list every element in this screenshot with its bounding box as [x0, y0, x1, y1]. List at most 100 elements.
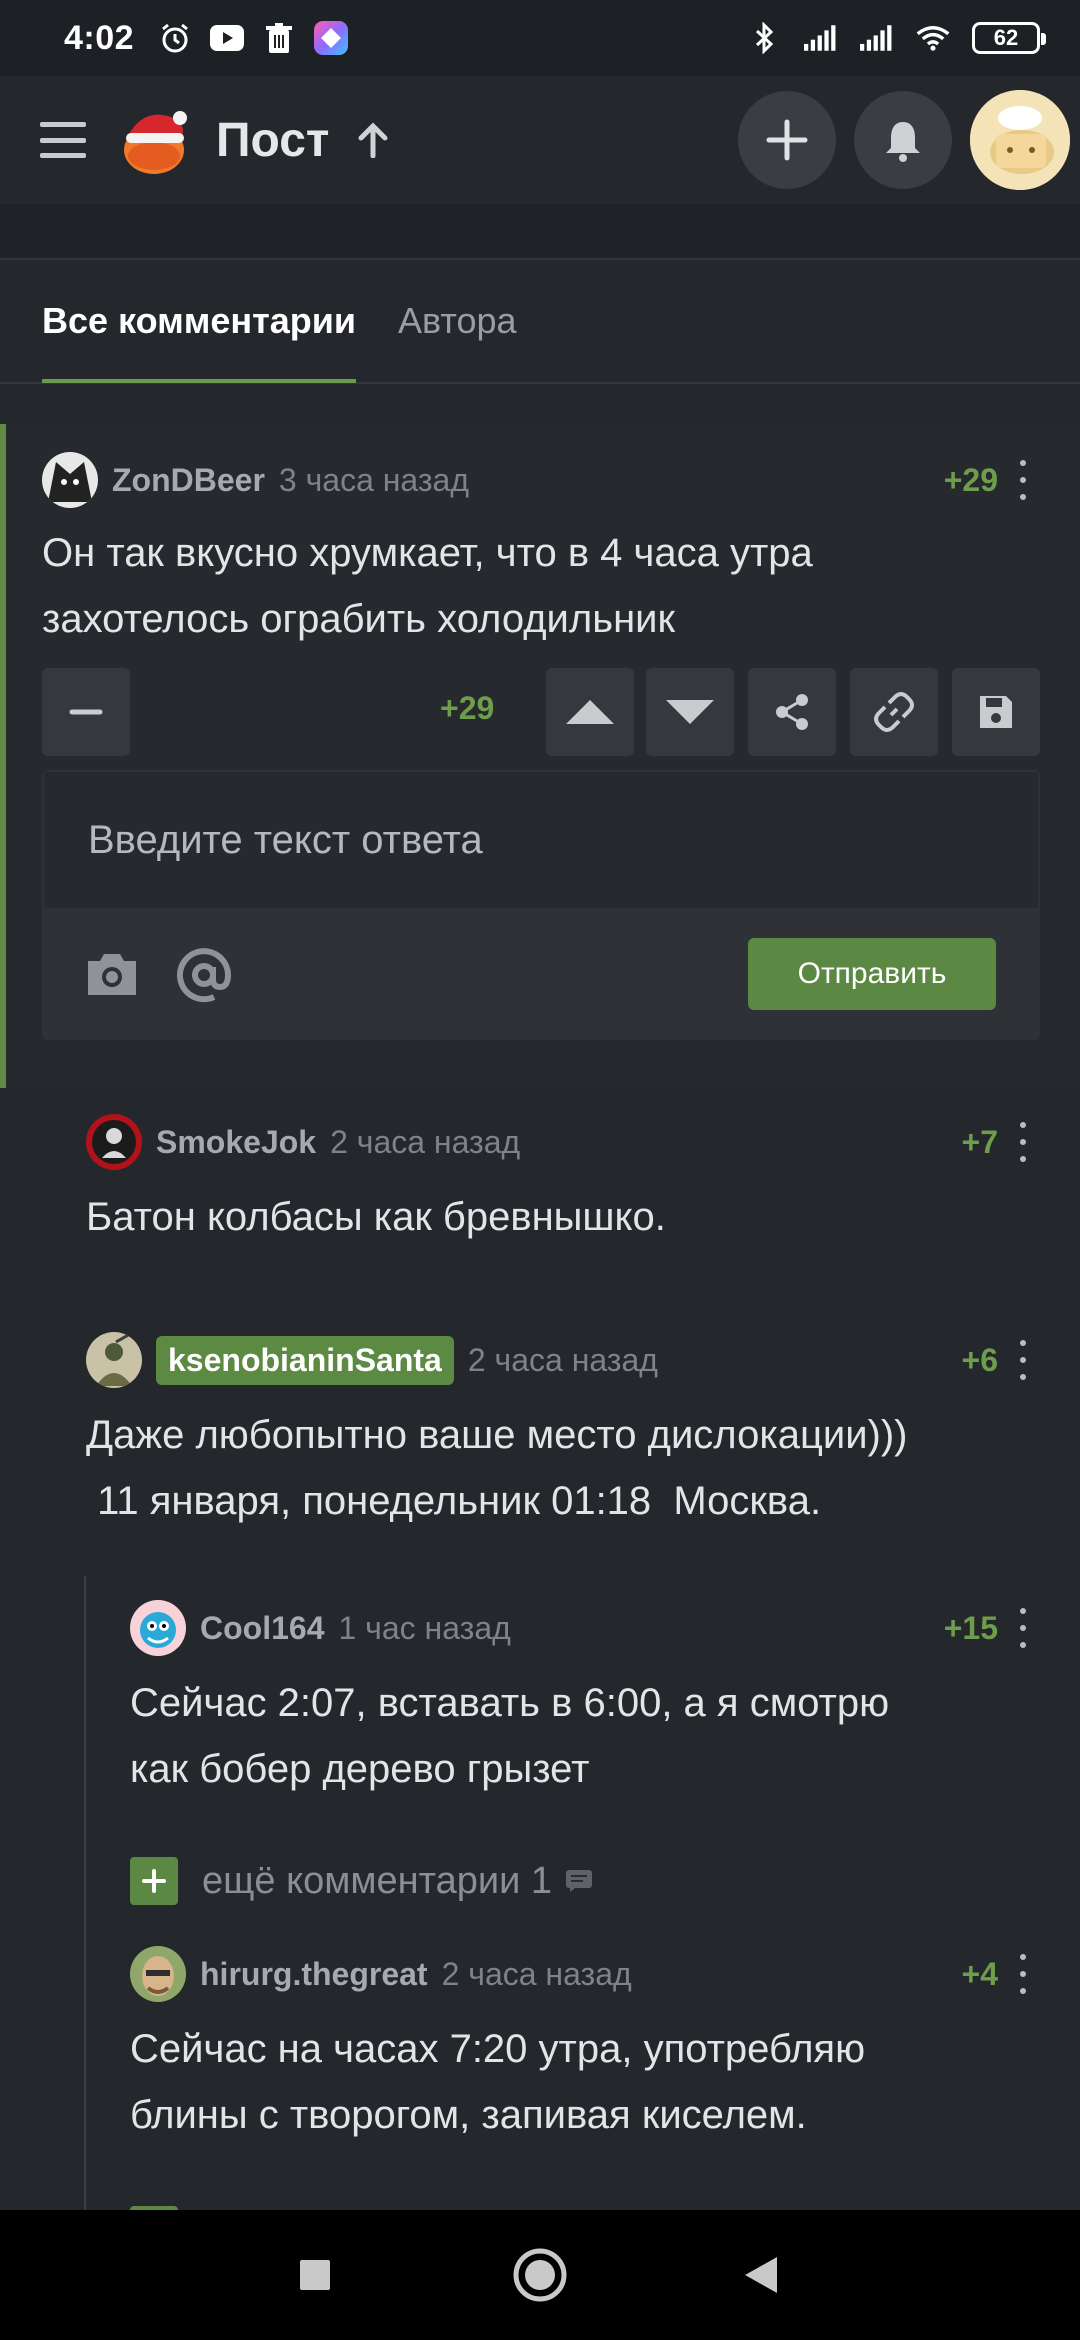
- comment-text: Даже любопытно ваше место дислокации))) …: [86, 1402, 908, 1534]
- more-options-icon[interactable]: [1018, 1340, 1028, 1380]
- avatar[interactable]: [130, 1946, 186, 2002]
- avatar[interactable]: [86, 1114, 142, 1170]
- comment-header: hirurg.thegreat 2 часа назад: [130, 1946, 632, 2002]
- comment-header: ksenobianinSanta 2 часа назад: [86, 1332, 658, 1388]
- save-icon: [980, 696, 1012, 728]
- link-icon: [874, 692, 914, 732]
- youtube-icon: [210, 21, 245, 55]
- signal-icon: [860, 21, 894, 55]
- minus-icon: [69, 709, 103, 715]
- comment-tabs: Все комментарии Автора: [0, 260, 1080, 384]
- notifications-button[interactable]: [854, 91, 952, 189]
- recents-button[interactable]: [290, 2250, 340, 2300]
- thread-line[interactable]: [84, 1576, 86, 2216]
- send-button[interactable]: Отправить: [748, 938, 996, 1010]
- plus-icon: [766, 119, 808, 161]
- comment-bubble-icon: [566, 1870, 593, 1892]
- thread-indicator: [0, 424, 6, 1088]
- comment-author[interactable]: ZonDBeer: [112, 462, 265, 499]
- app-icon: [314, 21, 349, 55]
- menu-icon[interactable]: [40, 122, 86, 158]
- comment-author[interactable]: Cool164: [200, 1610, 324, 1647]
- share-button[interactable]: [748, 668, 836, 756]
- app-header: Пост: [0, 76, 1080, 204]
- reply-box: Введите текст ответа Отправить: [42, 770, 1040, 1040]
- back-button[interactable]: [736, 2250, 786, 2300]
- bell-icon: [886, 122, 920, 162]
- save-button[interactable]: [952, 668, 1040, 756]
- avatar[interactable]: [86, 1332, 142, 1388]
- expand-plus-icon: [130, 1857, 178, 1905]
- comment-header: SmokeJok 2 часа назад: [86, 1114, 520, 1170]
- header-actions: [738, 90, 1080, 190]
- comment-rating: +7: [961, 1124, 998, 1160]
- avatar[interactable]: [42, 452, 98, 508]
- arrow-up-icon[interactable]: [355, 122, 391, 159]
- tab-all-comments[interactable]: Все комментарии: [42, 259, 357, 383]
- comment-time: 2 часа назад: [441, 1955, 632, 1992]
- comment-rating: +15: [943, 1610, 998, 1646]
- trash-icon: [262, 21, 296, 55]
- upvote-button[interactable]: [546, 668, 634, 756]
- header-separator: [0, 204, 1080, 260]
- comment-author[interactable]: SmokeJok: [156, 1124, 316, 1161]
- reply-input[interactable]: Введите текст ответа: [42, 770, 1040, 910]
- comment-time: 2 часа назад: [330, 1123, 521, 1160]
- square-icon: [300, 2260, 330, 2290]
- more-options-icon[interactable]: [1018, 1122, 1028, 1162]
- system-navigation-bar: [0, 2210, 1080, 2340]
- comment-time: 3 часа назад: [278, 461, 469, 498]
- home-button[interactable]: [512, 2247, 568, 2303]
- wifi-icon: [916, 21, 950, 55]
- downvote-icon: [666, 700, 714, 724]
- comment-text-line: Сейчас 2:07, вставать в 6:00, а я смотрю: [130, 1681, 890, 1725]
- avatar[interactable]: [130, 1600, 186, 1656]
- comment-text-line: захотелось ограбить холодильник: [42, 597, 676, 641]
- alarm-icon: [158, 21, 192, 55]
- collapse-button[interactable]: [42, 668, 130, 756]
- circle-icon: [513, 2248, 567, 2302]
- triangle-back-icon: [745, 2257, 777, 2293]
- comment-text-line: Он так вкусно хрумкает, что в 4 часа утр…: [42, 531, 813, 575]
- comment-text: Сейчас 2:07, вставать в 6:00, а я смотрю…: [130, 1670, 889, 1802]
- battery-indicator: 62: [972, 22, 1046, 54]
- camera-icon[interactable]: [84, 951, 140, 999]
- avatar[interactable]: [970, 90, 1070, 190]
- comment-text-line: как бобер дерево грызет: [130, 1747, 590, 1791]
- comment-author[interactable]: ksenobianinSanta: [156, 1335, 454, 1385]
- comment-text: Сейчас на часах 7:20 утра, употребляю бл…: [130, 2016, 865, 2148]
- status-time: 4:02: [64, 18, 135, 57]
- comment-rating: +29: [943, 462, 998, 498]
- status-icons-right: 62: [748, 21, 1046, 55]
- more-options-icon[interactable]: [1018, 1954, 1028, 1994]
- page-title: Пост: [216, 113, 330, 167]
- mention-icon[interactable]: [174, 945, 234, 1005]
- tab-author[interactable]: Автора: [398, 259, 517, 383]
- comment-text: Батон колбасы как бревнышко.: [86, 1184, 666, 1250]
- rating-value: +29: [440, 690, 495, 726]
- add-post-button[interactable]: [738, 91, 836, 189]
- comment-text: Он так вкусно хрумкает, что в 4 часа утр…: [42, 520, 813, 652]
- comment-rating: +4: [961, 1956, 998, 1992]
- more-comments-label: ещё комментарии 1: [202, 1859, 553, 1902]
- share-icon: [776, 694, 808, 730]
- comment-text-line: Батон колбасы как бревнышко.: [86, 1195, 666, 1239]
- status-bar: 4:02 62: [0, 0, 1080, 76]
- status-icons-left: [158, 21, 349, 55]
- more-options-icon[interactable]: [1018, 1608, 1028, 1648]
- logo-santa-icon[interactable]: [114, 100, 194, 180]
- comment-time: 1 час назад: [338, 1609, 511, 1646]
- comment-header: Cool164 1 час назад: [130, 1600, 511, 1656]
- bluetooth-icon: [748, 21, 782, 55]
- more-options-icon[interactable]: [1018, 460, 1028, 500]
- comment-text-line: Даже любопытно ваше место дислокации))): [86, 1413, 908, 1457]
- signal-icon: [804, 21, 838, 55]
- comment-time: 2 часа назад: [467, 1341, 658, 1378]
- comment-author[interactable]: hirurg.thegreat: [200, 1956, 428, 1993]
- battery-level: 62: [993, 25, 1019, 50]
- more-comments-button[interactable]: ещё комментарии 1: [130, 1856, 593, 1906]
- copy-link-button[interactable]: [850, 668, 938, 756]
- downvote-button[interactable]: [646, 668, 734, 756]
- comment-text-line: блины с творогом, запивая киселем.: [130, 2093, 807, 2137]
- comment-header: ZonDBeer 3 часа назад: [42, 452, 469, 508]
